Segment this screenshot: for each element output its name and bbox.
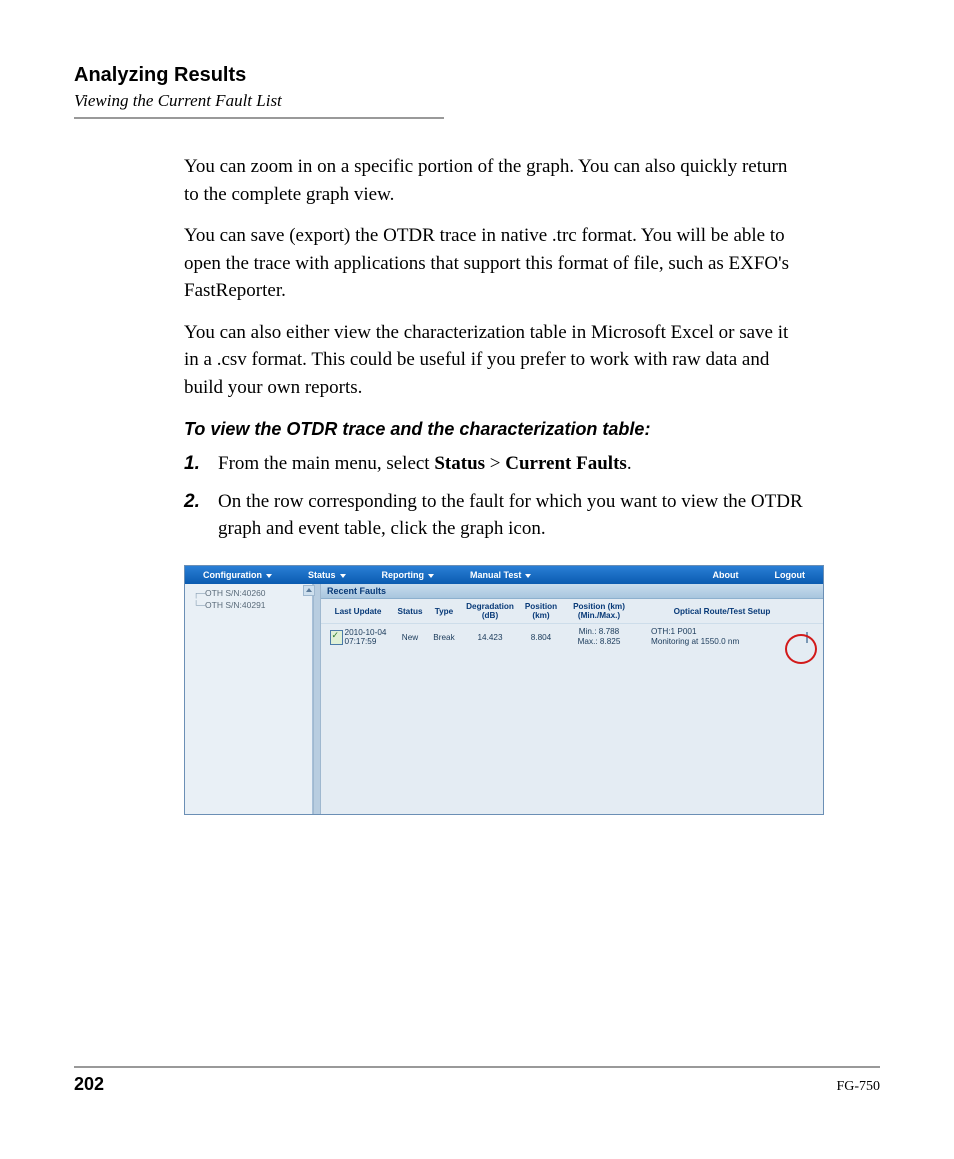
step-number: 2. xyxy=(184,488,218,543)
col-position: Position (km) xyxy=(519,602,563,620)
update-date: 2010-10-04 xyxy=(345,628,387,637)
section-subtitle: Viewing the Current Fault List xyxy=(74,91,880,111)
document-id: FG-750 xyxy=(836,1079,880,1095)
menu-status[interactable]: Status xyxy=(290,570,364,580)
table-row[interactable]: 2010-10-04 07:17:59 New Break 14.423 8.8… xyxy=(321,624,823,651)
step-number: 1. xyxy=(184,450,218,478)
page-footer: 202 FG-750 xyxy=(74,1066,880,1095)
section-title: Analyzing Results xyxy=(74,64,880,87)
paragraph: You can zoom in on a specific portion of… xyxy=(184,153,804,208)
instruction-heading: To view the OTDR trace and the character… xyxy=(184,419,804,440)
paragraph: You can save (export) the OTDR trace in … xyxy=(184,222,804,305)
tree-node[interactable]: └─OTH S/N:40291 xyxy=(193,600,310,610)
table-header-row: Last Update Status Type Degradation (dB)… xyxy=(321,599,823,624)
step-text-fragment: . xyxy=(627,453,632,474)
menu-logout[interactable]: Logout xyxy=(757,570,824,580)
device-tree[interactable]: ┌─OTH S/N:40260 └─OTH S/N:40291 xyxy=(185,584,313,814)
page-number: 202 xyxy=(74,1074,104,1095)
pane-separator[interactable] xyxy=(313,584,321,814)
callout-circle xyxy=(785,634,817,664)
col-degradation: Degradation (dB) xyxy=(461,602,519,620)
step-text-fragment: From the main menu, select xyxy=(218,453,434,474)
col-last-update: Last Update xyxy=(323,607,393,616)
cell-type: Break xyxy=(427,633,461,642)
menu-manual-test[interactable]: Manual Test xyxy=(452,570,549,580)
menu-label: Configuration xyxy=(203,570,262,580)
col-position-minmax: Position (km) (Min./Max.) xyxy=(563,602,635,620)
scroll-up-icon[interactable] xyxy=(303,585,315,596)
tree-node-label: OTH S/N:40260 xyxy=(205,588,265,598)
col-route: Optical Route/Test Setup xyxy=(635,607,793,616)
menu-configuration[interactable]: Configuration xyxy=(185,570,290,580)
tree-node[interactable]: ┌─OTH S/N:40260 xyxy=(193,588,310,598)
menu-label: Status xyxy=(308,570,336,580)
route-desc: Monitoring at 1550.0 nm xyxy=(651,637,739,646)
menu-label: Manual Test xyxy=(470,570,521,580)
position-max: Max.: 8.825 xyxy=(578,637,621,646)
cell-minmax: Min.: 8.788 Max.: 8.825 xyxy=(563,627,635,647)
menu-reporting[interactable]: Reporting xyxy=(364,570,453,580)
report-icon[interactable] xyxy=(330,630,343,645)
chevron-down-icon xyxy=(266,574,272,578)
position-min: Min.: 8.788 xyxy=(579,627,620,636)
step-2: 2. On the row corresponding to the fault… xyxy=(184,488,804,543)
menu-path-status: Status xyxy=(434,453,485,474)
paragraph: You can also either view the characteriz… xyxy=(184,319,804,402)
step-text-fragment: > xyxy=(485,453,505,474)
route-id: OTH:1 P001 xyxy=(651,627,697,636)
step-1: 1. From the main menu, select Status > C… xyxy=(184,450,804,478)
header-rule xyxy=(74,117,444,119)
app-screenshot: Configuration Status Reporting Manual Te… xyxy=(184,565,824,815)
update-time: 07:17:59 xyxy=(345,637,377,646)
chevron-down-icon xyxy=(340,574,346,578)
footer-rule xyxy=(74,1066,880,1068)
menu-about[interactable]: About xyxy=(695,570,757,580)
cell-position: 8.804 xyxy=(519,633,563,642)
menu-bar: Configuration Status Reporting Manual Te… xyxy=(185,566,823,584)
cell-last-update: 2010-10-04 07:17:59 xyxy=(323,628,393,647)
step-text: On the row corresponding to the fault fo… xyxy=(218,488,804,543)
menu-label: Reporting xyxy=(382,570,425,580)
main-panel: Recent Faults Last Update Status Type De… xyxy=(321,584,823,814)
step-text: From the main menu, select Status > Curr… xyxy=(218,450,804,478)
panel-title: Recent Faults xyxy=(321,584,823,599)
cell-status: New xyxy=(393,633,427,642)
col-status: Status xyxy=(393,607,427,616)
tree-node-label: OTH S/N:40291 xyxy=(205,600,265,610)
chevron-down-icon xyxy=(428,574,434,578)
cell-route: OTH:1 P001 Monitoring at 1550.0 nm xyxy=(635,627,793,648)
menu-path-current-faults: Current Faults xyxy=(505,453,627,474)
cell-degradation: 14.423 xyxy=(461,633,519,642)
chevron-down-icon xyxy=(525,574,531,578)
col-type: Type xyxy=(427,607,461,616)
